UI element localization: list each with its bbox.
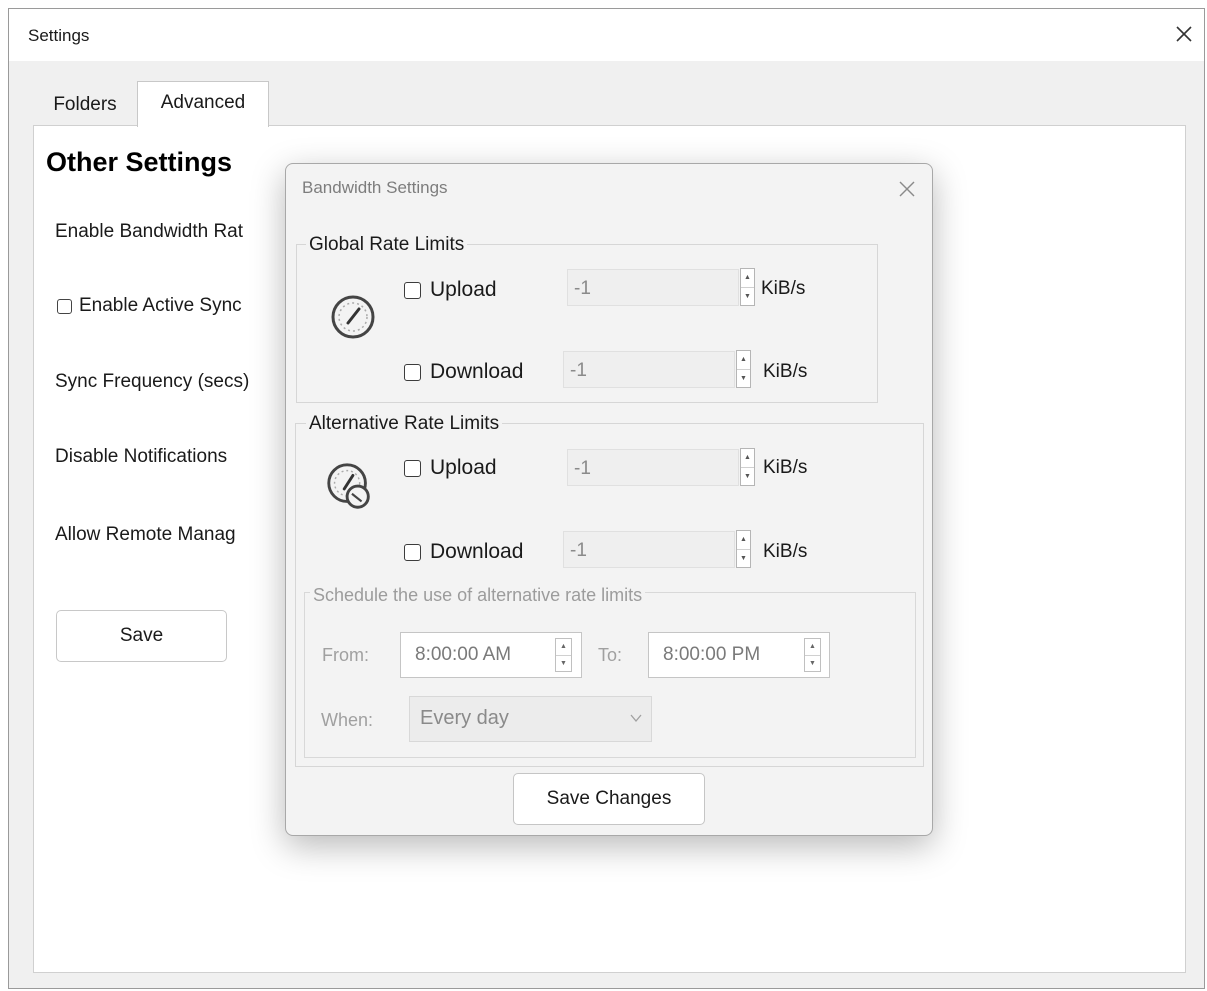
global-download-input[interactable]: -1	[563, 351, 735, 388]
active-sync-label: Enable Active Sync	[79, 295, 242, 316]
alt-download-label: Download	[430, 540, 524, 563]
global-upload-spinner[interactable]: ▲ ▼	[740, 268, 755, 306]
active-sync-checkbox-box[interactable]	[57, 298, 72, 314]
alt-upload-checkbox-box[interactable]	[404, 459, 421, 477]
bandwidth-settings-dialog: Bandwidth Settings Global Rate Limits Up…	[285, 163, 933, 836]
when-selected-value: Every day	[420, 707, 509, 729]
global-download-unit: KiB/s	[763, 361, 808, 382]
window-title: Settings	[28, 26, 90, 45]
alt-download-input[interactable]: -1	[563, 531, 735, 568]
enable-active-sync-checkbox[interactable]: Enable Active Sync	[57, 295, 242, 317]
disable-notifications-label: Disable Notifications	[55, 446, 228, 467]
alt-download-unit: KiB/s	[763, 541, 808, 562]
global-upload-label: Upload	[430, 278, 497, 301]
alt-download-checkbox[interactable]: Download	[404, 540, 523, 564]
when-dropdown[interactable]: Every day	[409, 696, 652, 742]
alt-upload-input[interactable]: -1	[567, 449, 739, 486]
global-download-spinner[interactable]: ▲ ▼	[736, 350, 751, 388]
global-upload-checkbox[interactable]: Upload	[404, 278, 497, 302]
section-title: Other Settings	[46, 147, 233, 177]
global-download-checkbox[interactable]: Download	[404, 360, 523, 384]
close-icon[interactable]	[895, 177, 919, 201]
alt-upload-unit: KiB/s	[763, 457, 808, 478]
speedometer-icon	[331, 295, 375, 339]
global-upload-checkbox-box[interactable]	[404, 281, 421, 299]
alt-download-checkbox-box[interactable]	[404, 543, 421, 561]
tab-folders[interactable]: Folders	[35, 85, 135, 125]
dialog-title: Bandwidth Settings	[302, 178, 448, 197]
to-time-spinner[interactable]: ▲ ▼	[804, 638, 821, 672]
save-button[interactable]: Save	[56, 610, 227, 662]
from-label: From:	[322, 645, 369, 665]
schedule-legend: Schedule the use of alternative rate lim…	[310, 585, 646, 606]
alt-upload-checkbox[interactable]: Upload	[404, 456, 497, 480]
chevron-down-icon	[630, 714, 642, 723]
allow-remote-management-label: Allow Remote Manag	[55, 524, 236, 545]
global-upload-unit: KiB/s	[761, 278, 806, 299]
from-time-spinner[interactable]: ▲ ▼	[555, 638, 572, 672]
global-upload-input[interactable]: -1	[567, 269, 739, 306]
global-download-label: Download	[430, 360, 524, 383]
tab-advanced[interactable]: Advanced	[137, 81, 269, 127]
save-changes-button[interactable]: Save Changes	[513, 773, 705, 825]
to-time-input[interactable]: 8:00:00 PM	[648, 632, 830, 678]
sync-frequency-label: Sync Frequency (secs)	[55, 371, 250, 392]
enable-bandwidth-label: Enable Bandwidth Rat	[55, 221, 244, 242]
title-bar: Settings	[9, 9, 1204, 61]
alternative-rate-limits-legend: Alternative Rate Limits	[306, 413, 503, 435]
when-label: When:	[321, 710, 374, 730]
to-label: To:	[598, 645, 623, 665]
alt-download-spinner[interactable]: ▲ ▼	[736, 530, 751, 568]
global-rate-limits-legend: Global Rate Limits	[306, 234, 468, 256]
alt-upload-label: Upload	[430, 456, 497, 479]
alt-upload-spinner[interactable]: ▲ ▼	[740, 448, 755, 486]
close-icon[interactable]	[1171, 21, 1197, 47]
speedometer-alt-icon	[327, 463, 370, 509]
global-download-checkbox-box[interactable]	[404, 363, 421, 381]
